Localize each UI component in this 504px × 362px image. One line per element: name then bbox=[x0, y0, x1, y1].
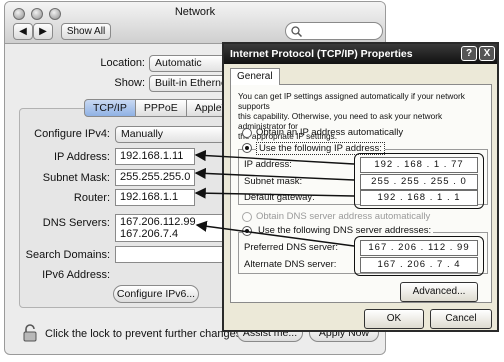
arrow-subnet-mask bbox=[194, 167, 355, 181]
callout-arrows bbox=[194, 149, 355, 247]
arrow-ip-address bbox=[194, 149, 355, 165]
arrow-dns bbox=[195, 220, 355, 247]
arrow-router bbox=[194, 187, 355, 199]
